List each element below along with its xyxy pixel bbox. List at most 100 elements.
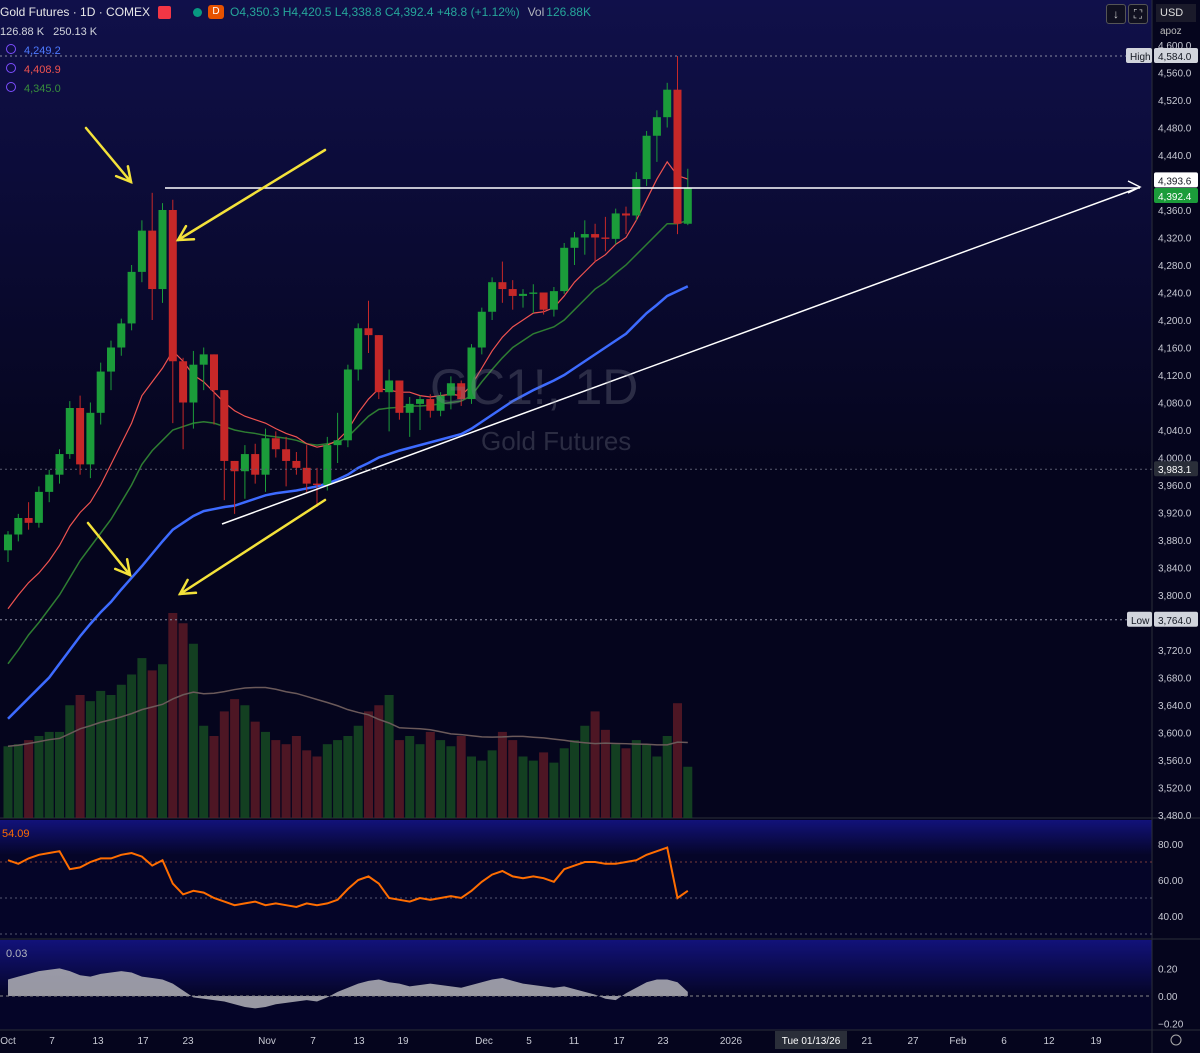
candle-body xyxy=(96,371,105,413)
candle-body xyxy=(570,237,579,248)
scale-setting[interactable]: apoz xyxy=(1156,24,1196,40)
volume-bar xyxy=(55,731,64,818)
volume-bar xyxy=(219,711,229,818)
volume-bar xyxy=(261,731,270,818)
candle-body xyxy=(416,399,424,404)
flag-icon[interactable] xyxy=(158,5,172,19)
volume-bar xyxy=(528,760,538,818)
volume-bar xyxy=(425,731,435,818)
candle-body xyxy=(539,292,548,310)
ema-mid-value: 4,345.0 xyxy=(24,83,61,95)
high-tag: High xyxy=(1130,52,1151,63)
volume-bar xyxy=(158,664,167,818)
indicator-dot-icon[interactable] xyxy=(6,82,16,92)
osc-axis-label: 0.00 xyxy=(1158,992,1178,1003)
rsi-axis-label: 60.00 xyxy=(1158,876,1183,887)
candle-body xyxy=(591,234,600,238)
candle-body xyxy=(549,291,558,310)
price-axis-label: 3,880.0 xyxy=(1158,536,1192,547)
watermark-name: Gold Futures xyxy=(481,426,632,456)
candle-body xyxy=(199,354,208,365)
volume-label: Vol xyxy=(527,5,545,19)
candle-body xyxy=(663,89,672,118)
candle-body xyxy=(65,408,74,455)
volume-bar xyxy=(384,695,394,818)
volume-bar xyxy=(281,744,291,818)
volume-bar xyxy=(467,756,476,818)
price-tag-close: 4,392.4 xyxy=(1158,192,1192,203)
time-axis-label: 23 xyxy=(657,1036,669,1047)
price-axis-label: 3,800.0 xyxy=(1158,591,1192,602)
volume-bar xyxy=(364,711,373,818)
time-axis-label: 27 xyxy=(907,1036,919,1047)
volume-bar xyxy=(456,736,466,818)
time-axis-label: 7 xyxy=(310,1036,316,1047)
chart-canvas[interactable]: 80.0060.0040.000.200.00−0.204,600.04,560… xyxy=(0,0,1200,1053)
time-axis-label: Feb xyxy=(949,1036,967,1047)
candle-body xyxy=(560,247,569,292)
volume-bar xyxy=(271,740,281,818)
time-axis-label: 23 xyxy=(182,1036,194,1047)
candle-body xyxy=(117,323,126,348)
candle-body xyxy=(127,271,136,324)
candle-body xyxy=(14,518,23,535)
price-axis-label: 4,080.0 xyxy=(1158,399,1192,410)
chart-header: Gold Futures · 1D · COMEX D O4,350.3 H4,… xyxy=(0,4,591,20)
volume-bar xyxy=(374,705,384,818)
volume-bar xyxy=(570,740,579,818)
candle-body xyxy=(374,335,383,393)
indicator-dot-icon[interactable] xyxy=(6,63,16,73)
symbol-title[interactable]: Gold Futures · 1D · COMEX xyxy=(0,5,150,19)
volume-bar xyxy=(178,623,188,818)
high-value: 4,584.0 xyxy=(1158,52,1192,63)
low-tag: Low xyxy=(1131,616,1150,627)
volume-bar xyxy=(34,736,44,818)
volume-bar xyxy=(394,740,404,818)
candle-body xyxy=(683,188,692,224)
volume-bar xyxy=(188,643,198,818)
price-axis-label: 3,920.0 xyxy=(1158,509,1192,520)
volume-legend: 126.88 K 250.13 K xyxy=(0,26,97,38)
volume-bar xyxy=(477,760,487,818)
candle-body xyxy=(354,328,363,370)
price-axis-label: 4,560.0 xyxy=(1158,69,1192,80)
volume-bar xyxy=(199,725,209,818)
time-axis-label: 5 xyxy=(526,1036,532,1047)
price-axis-label: 3,640.0 xyxy=(1158,701,1192,712)
volume-bar xyxy=(621,748,631,818)
volume-bar xyxy=(508,740,518,818)
watermark-symbol: GC1!, 1D xyxy=(430,359,639,415)
candle-body xyxy=(240,454,249,472)
download-icon[interactable]: ↓ xyxy=(1106,4,1126,24)
ohlc-readout: O4,350.3 H4,420.5 L4,338.8 C4,392.4 +48.… xyxy=(230,5,520,19)
volume-bar xyxy=(116,684,126,818)
volume-bar xyxy=(415,744,425,818)
volume-bar xyxy=(85,701,95,818)
candle-body xyxy=(642,135,651,180)
osc-axis-label: −0.20 xyxy=(1158,1020,1184,1031)
price-tag-current: 4,393.6 xyxy=(1158,176,1192,187)
candle-body xyxy=(34,491,43,523)
volume-bar xyxy=(147,670,157,818)
volume-bar xyxy=(209,736,219,818)
currency-select[interactable]: USD xyxy=(1156,4,1196,22)
candle-body xyxy=(55,454,64,475)
volume-bar xyxy=(168,613,178,818)
ema-slow-value: 4,249.2 xyxy=(24,45,61,57)
time-axis-label: 6 xyxy=(1001,1036,1007,1047)
low-value: 3,764.0 xyxy=(1158,616,1192,627)
candle-body xyxy=(529,292,538,294)
candle-body xyxy=(611,213,620,239)
interval-badge: D xyxy=(208,5,225,19)
volume-bar xyxy=(312,756,322,818)
indicator-dot-icon[interactable] xyxy=(6,44,16,54)
price-axis-label: 4,160.0 xyxy=(1158,344,1192,355)
candle-body xyxy=(405,403,414,413)
price-axis-label: 4,120.0 xyxy=(1158,371,1192,382)
volume-bar xyxy=(559,748,569,818)
price-axis-label: 3,600.0 xyxy=(1158,729,1192,740)
candle-body xyxy=(137,230,146,272)
fullscreen-icon[interactable]: ⛶ xyxy=(1128,4,1148,24)
candle-body xyxy=(230,460,239,472)
price-axis-label: 3,520.0 xyxy=(1158,784,1192,795)
